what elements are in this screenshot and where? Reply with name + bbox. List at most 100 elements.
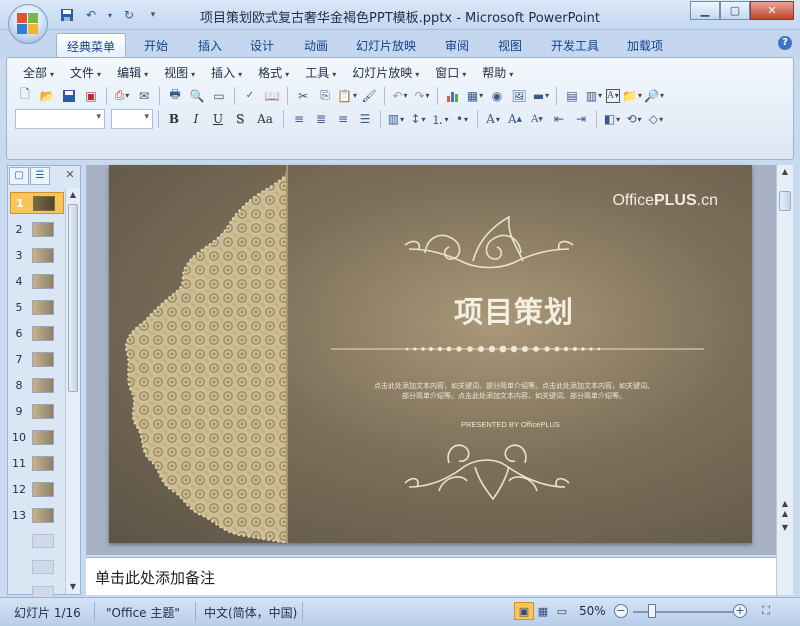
menu-view[interactable]: 视图 ▾ xyxy=(156,64,203,82)
slide-thumbnail-14[interactable] xyxy=(32,534,54,548)
menu-file[interactable]: 文件 ▾ xyxy=(62,64,109,82)
customize-qat-icon[interactable]: ▾ xyxy=(144,7,162,23)
tab-view[interactable]: 视图 xyxy=(488,33,532,58)
slide-thumbnail-1[interactable]: 1 xyxy=(10,192,64,214)
fit-to-window-icon[interactable]: ⛶ xyxy=(756,602,776,620)
menu-help[interactable]: 帮助 ▾ xyxy=(474,64,521,82)
shadow-button[interactable]: S xyxy=(230,110,250,129)
print-icon[interactable]: 🖶 xyxy=(165,86,185,105)
menu-edit[interactable]: 编辑 ▾ xyxy=(109,64,156,82)
cut-icon[interactable]: ✂ xyxy=(293,86,313,105)
theme-name[interactable]: "Office 主题" xyxy=(106,604,180,621)
italic-button[interactable]: I xyxy=(186,110,206,129)
slide-thumbnail-13[interactable]: 13 xyxy=(10,504,64,526)
zoom-in-icon[interactable]: + xyxy=(733,604,747,618)
zoom-level[interactable]: 50% xyxy=(579,604,606,618)
zoom-slider-knob[interactable] xyxy=(648,604,656,618)
arrange-icon[interactable]: ⟲ xyxy=(624,110,644,129)
undo-icon[interactable]: ↶ xyxy=(82,7,100,23)
scroll-up-icon[interactable]: ▲ xyxy=(66,188,80,202)
slide-thumbnail-12[interactable]: 12 xyxy=(10,478,64,500)
tab-developer[interactable]: 开发工具 xyxy=(541,33,609,58)
next-slide-icon[interactable]: ▼ xyxy=(777,521,793,535)
bold-button[interactable]: B xyxy=(164,110,184,129)
align-right-icon[interactable]: ≡ xyxy=(333,110,353,129)
slide-thumbnail-15[interactable] xyxy=(32,560,54,574)
slide-thumbnail-4[interactable]: 4 xyxy=(10,270,64,292)
open-folder-icon[interactable]: 📂 xyxy=(37,86,57,105)
menu-all[interactable]: 全部 ▾ xyxy=(15,64,62,82)
publish-pdf-icon[interactable]: ⎙ xyxy=(112,86,132,105)
tab-addins[interactable]: 加载项 xyxy=(617,33,673,58)
columns-icon[interactable]: ▥ xyxy=(386,110,406,129)
shapes-icon[interactable]: ◧ xyxy=(602,110,622,129)
insert-chart-icon[interactable] xyxy=(443,86,463,105)
slideshow-view-icon[interactable]: ▭ xyxy=(552,602,572,620)
tab-animations[interactable]: 动画 xyxy=(294,33,338,58)
maximize-icon[interactable]: ▢ xyxy=(720,1,750,20)
align-center-icon[interactable]: ≣ xyxy=(311,110,331,129)
scroll-up-icon[interactable]: ▲ xyxy=(777,165,793,179)
decrease-indent-icon[interactable]: ⇤ xyxy=(549,110,569,129)
redo-icon[interactable]: ↻ xyxy=(120,7,138,23)
thumbnail-scrollbar[interactable]: ▲ ▼ xyxy=(65,188,80,594)
email-icon[interactable]: ✉ xyxy=(134,86,154,105)
close-icon[interactable]: ✕ xyxy=(60,167,80,185)
tab-design[interactable]: 设计 xyxy=(240,33,284,58)
slide-thumbnail-11[interactable]: 11 xyxy=(10,452,64,474)
print-preview-icon[interactable]: 🔍 xyxy=(187,86,207,105)
minimize-icon[interactable]: ▁ xyxy=(690,1,720,20)
color-grayscale-icon[interactable]: ▬ xyxy=(531,86,551,105)
copy-icon[interactable]: ⎘ xyxy=(315,86,335,105)
spelling-icon[interactable]: ✓ xyxy=(240,86,260,105)
shrink-font-icon[interactable]: A ▼ xyxy=(527,110,547,129)
tab-slideshow[interactable]: 幻灯片放映 xyxy=(346,33,426,58)
increase-indent-icon[interactable]: ⇥ xyxy=(571,110,591,129)
slide-title[interactable]: 项目策划 xyxy=(454,289,574,331)
slide-thumbnail-9[interactable]: 9 xyxy=(10,400,64,422)
notes-pane[interactable]: 单击此处添加备注 xyxy=(86,557,776,595)
menu-tools[interactable]: 工具 ▾ xyxy=(297,64,344,82)
undo-icon[interactable]: ↶ xyxy=(390,86,410,105)
tab-insert[interactable]: 插入 xyxy=(188,33,232,58)
redo-icon[interactable]: ↷ xyxy=(412,86,432,105)
presented-by-text[interactable]: PRESENTED BY OfficePLUS xyxy=(461,420,560,429)
slide-thumbnail-7[interactable]: 7 xyxy=(10,348,64,370)
slide-canvas[interactable]: OfficePLUS.cn 项目策划 点击此处添加文本内容，如关键词、部分简单介… xyxy=(109,165,752,543)
research-icon[interactable]: 📖 xyxy=(262,86,282,105)
slide-thumbnail-2[interactable]: 2 xyxy=(10,218,64,240)
page-setup-icon[interactable]: ▭ xyxy=(209,86,229,105)
slide-sorter-icon[interactable]: ▦ xyxy=(533,602,553,620)
save-icon[interactable] xyxy=(58,7,76,23)
zoom-out-icon[interactable]: − xyxy=(614,604,628,618)
normal-view-icon[interactable]: ▣ xyxy=(514,602,534,620)
numbering-icon[interactable]: ⒈ xyxy=(430,110,450,129)
grow-font-icon[interactable]: A ▲ xyxy=(505,110,525,129)
language-indicator[interactable]: 中文(简体，中国) xyxy=(204,604,297,621)
slide-thumbnail-3[interactable]: 3 xyxy=(10,244,64,266)
underline-button[interactable]: U xyxy=(208,110,228,129)
insert-picture-icon[interactable]: 🖼 xyxy=(509,86,529,105)
new-slide-icon[interactable]: ▤ xyxy=(562,86,582,105)
save-icon[interactable] xyxy=(59,86,79,105)
clip-art-icon[interactable]: ◉ xyxy=(487,86,507,105)
tab-classic-menu[interactable]: 经典菜单 xyxy=(56,33,127,58)
slides-tab-icon[interactable]: ▢ xyxy=(9,167,29,185)
tab-home[interactable]: 开始 xyxy=(134,33,178,58)
help-icon[interactable]: ? xyxy=(778,36,792,50)
justify-icon[interactable]: ☰ xyxy=(355,110,375,129)
bullets-icon[interactable]: • xyxy=(452,110,472,129)
menu-insert[interactable]: 插入 ▾ xyxy=(203,64,250,82)
paste-icon[interactable]: 📋 xyxy=(337,86,357,105)
slide-thumbnail-10[interactable]: 10 xyxy=(10,426,64,448)
scroll-down-icon[interactable]: ▼ xyxy=(66,580,80,594)
slide-thumbnail-6[interactable]: 6 xyxy=(10,322,64,344)
font-color-icon[interactable]: A xyxy=(483,110,503,129)
quick-styles-icon[interactable]: ◇ xyxy=(646,110,666,129)
align-left-icon[interactable]: ≡ xyxy=(289,110,309,129)
slide-thumbnail-5[interactable]: 5 xyxy=(10,296,64,318)
tab-review[interactable]: 审阅 xyxy=(435,33,479,58)
close-icon[interactable]: ✕ xyxy=(750,1,794,20)
slide-layout-icon[interactable]: ▥ xyxy=(584,86,604,105)
font-size-combo[interactable] xyxy=(111,109,153,129)
